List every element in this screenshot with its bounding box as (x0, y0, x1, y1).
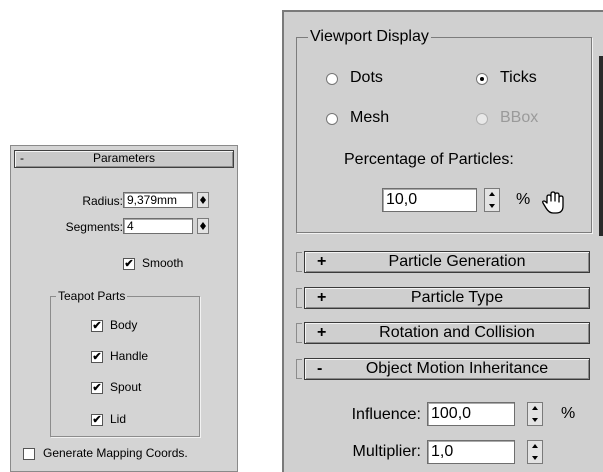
rollout-parameters[interactable]: - Parameters (14, 150, 234, 168)
handle-checkbox[interactable]: ✔ (91, 351, 103, 363)
multiplier-label: Multiplier: (352, 443, 421, 460)
spout-checkbox[interactable]: ✔ (91, 382, 103, 394)
rollout-particle-type[interactable]: + Particle Type (304, 287, 590, 309)
pan-hand-icon[interactable] (540, 188, 568, 216)
spout-label: Spout (110, 380, 142, 394)
radius-spinner[interactable] (197, 192, 209, 208)
rollout-bracket (296, 252, 302, 272)
generate-mapping-checkbox[interactable] (23, 448, 35, 460)
smooth-label: Smooth (142, 256, 184, 270)
rollout-particle-generation[interactable]: + Particle Generation (304, 251, 590, 273)
rollout-title: Parameters (92, 151, 156, 165)
segments-spinner[interactable] (197, 218, 209, 234)
ticks-radio[interactable] (476, 73, 488, 85)
rollout-title: Object Motion Inheritance (365, 360, 549, 377)
percentage-label: Percentage of Particles: (344, 151, 514, 168)
body-label: Body (110, 318, 138, 332)
radius-input[interactable]: 9,379mm (123, 192, 193, 208)
rollout-collapse-sign: - (317, 360, 323, 377)
rollout-bracket (296, 288, 302, 308)
multiplier-spinner[interactable] (527, 440, 543, 464)
rollout-rotation-collision[interactable]: + Rotation and Collision (304, 322, 590, 344)
rollout-title: Particle Generation (388, 253, 526, 270)
dots-radio[interactable] (326, 73, 338, 85)
percentage-unit: % (516, 191, 531, 208)
rollout-bracket (296, 323, 302, 343)
bbox-label: BBox (500, 109, 539, 126)
particle-system-panel: Viewport Display Dots Ticks Mesh BBox Pe… (282, 10, 603, 472)
mesh-radio[interactable] (326, 113, 338, 125)
ticks-label: Ticks (500, 69, 537, 86)
multiplier-input[interactable]: 1,0 (427, 440, 515, 464)
rollout-title: Rotation and Collision (379, 324, 535, 341)
smooth-checkbox[interactable]: ✔ (123, 258, 135, 270)
influence-unit: % (561, 405, 576, 422)
handle-label: Handle (110, 349, 149, 363)
panel-scroll-strip[interactable] (599, 56, 603, 236)
radius-label: Radius: (82, 194, 123, 208)
bbox-radio (476, 113, 488, 125)
teapot-parameters-panel: - Parameters Radius: 9,379mm Segments: 4… (10, 145, 238, 472)
percentage-spinner[interactable] (484, 188, 500, 212)
viewport-display-title: Viewport Display (308, 28, 431, 46)
rollout-bracket (296, 359, 302, 379)
teapot-parts-title: Teapot Parts (56, 289, 128, 303)
rollout-title: Particle Type (410, 289, 504, 306)
lid-checkbox[interactable]: ✔ (91, 414, 103, 426)
generate-mapping-label: Generate Mapping Coords. (43, 446, 188, 460)
segments-input[interactable]: 4 (123, 218, 193, 234)
dots-label: Dots (350, 69, 383, 86)
body-checkbox[interactable]: ✔ (91, 320, 103, 332)
rollout-object-motion-inheritance[interactable]: - Object Motion Inheritance (304, 358, 590, 380)
lid-label: Lid (110, 412, 127, 426)
influence-input[interactable]: 100,0 (427, 402, 515, 426)
segments-label: Segments: (65, 220, 123, 234)
influence-label: Influence: (351, 406, 421, 423)
influence-spinner[interactable] (527, 402, 543, 426)
percentage-input[interactable]: 10,0 (382, 188, 477, 212)
mesh-label: Mesh (350, 109, 390, 126)
